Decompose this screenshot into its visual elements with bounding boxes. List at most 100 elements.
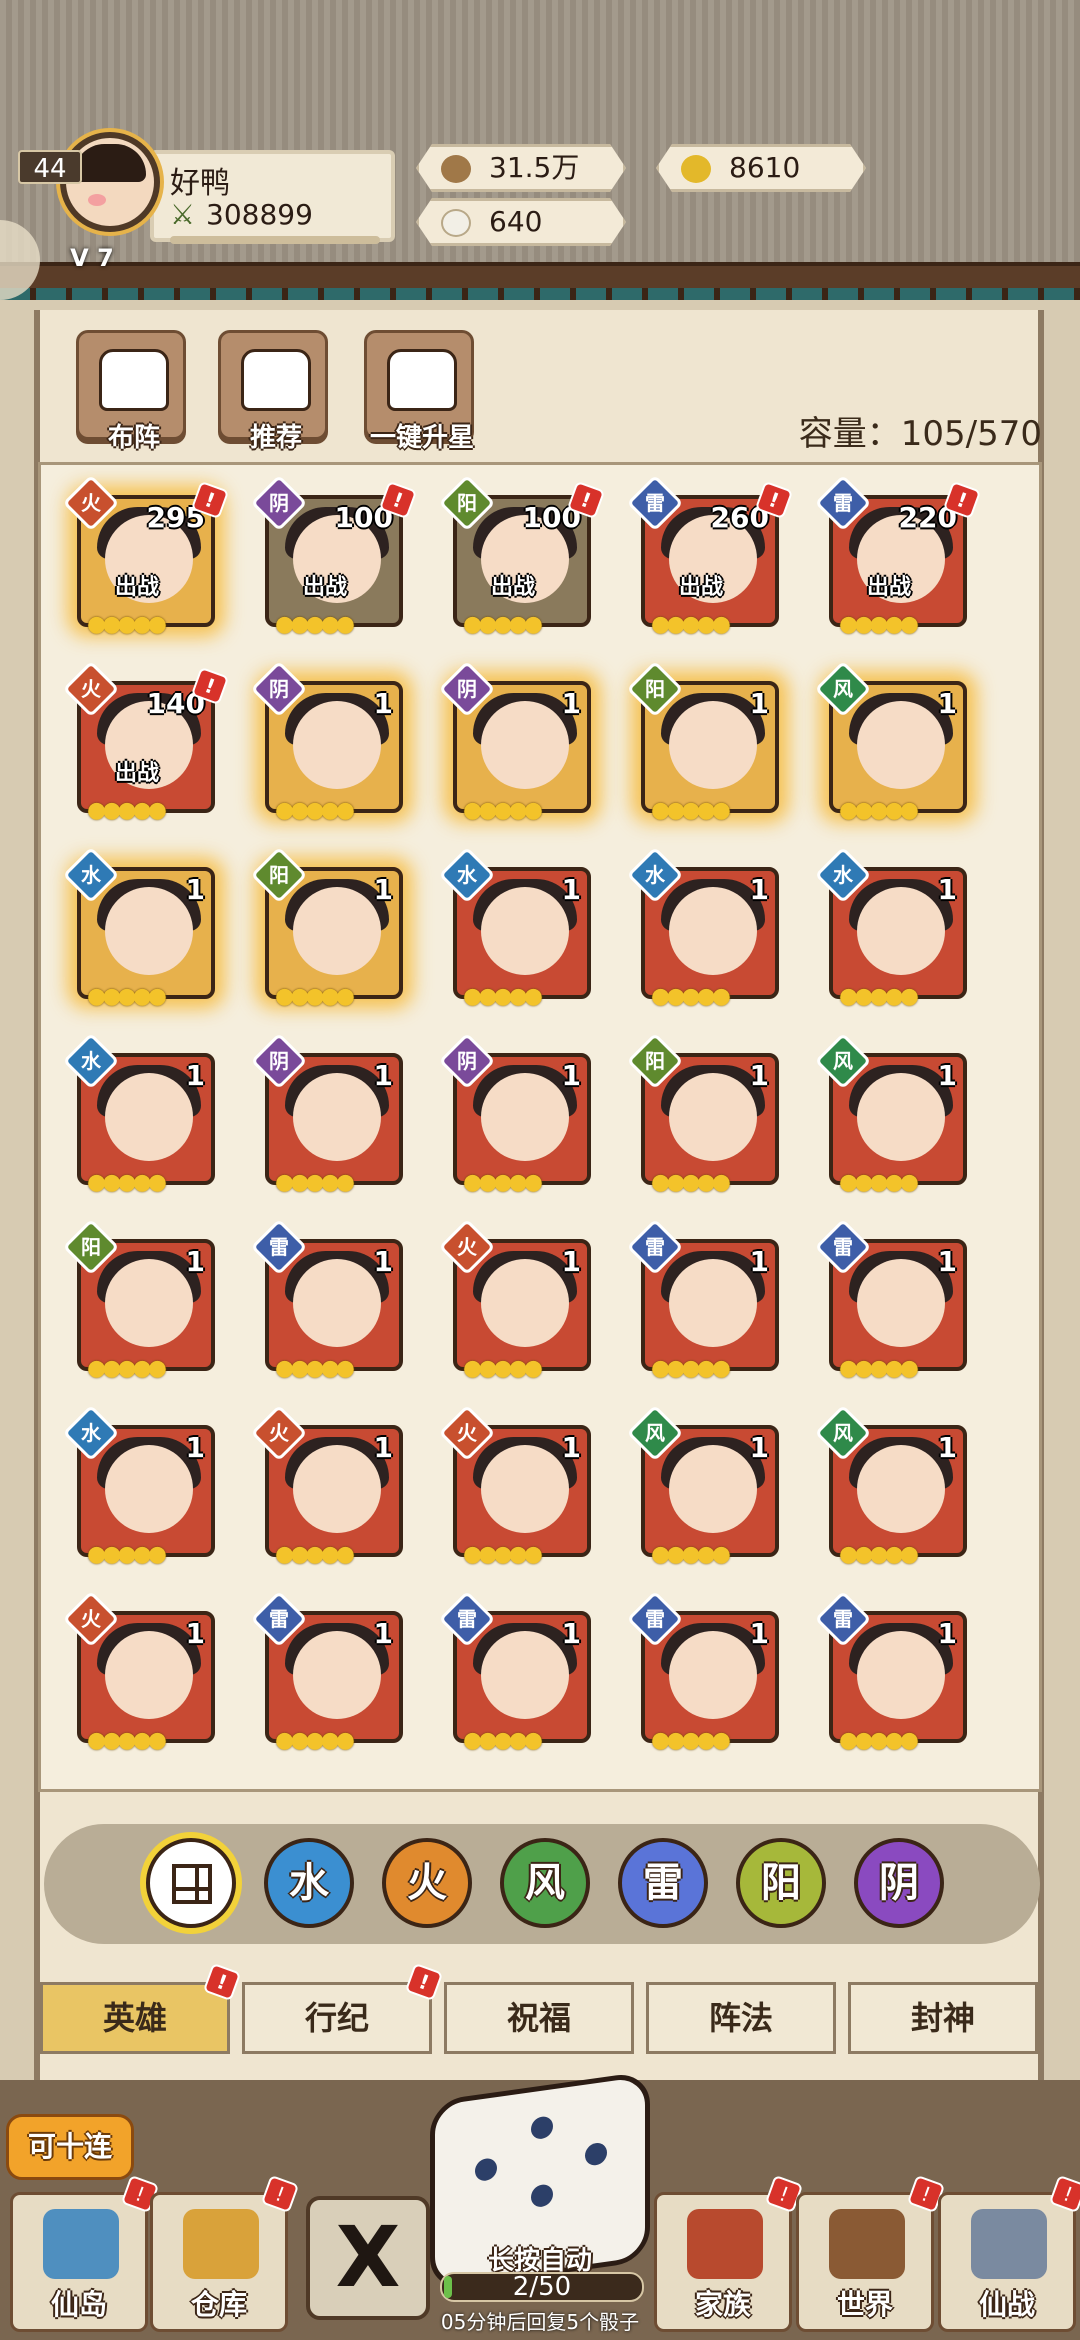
hero-card[interactable]: 风 1 ●●●●● [626,1404,779,1567]
hero-card[interactable]: 雷 220 出战 ●●●●●! [814,474,982,637]
hero-level: 1 [185,1617,205,1650]
in-battle-label: 出战 [115,761,160,786]
hero-card[interactable]: 火 295 出战 ●●●●●! [62,474,230,637]
hero-portrait [857,887,945,975]
hero-level: 1 [185,1245,205,1278]
nav-world[interactable]: 世界 ! [796,2174,946,2332]
hero-card[interactable]: 风 1 ●●●●● [814,1404,967,1567]
hero-level: 1 [561,687,581,720]
hero-card[interactable]: 雷 1 ●●●●● [814,1218,967,1381]
hero-card[interactable]: 雷 1 ●●●●● [438,1590,591,1753]
hero-card[interactable]: 阴 1 ●●●●● [438,660,591,823]
element-label: 火 [81,491,101,515]
hero-card[interactable]: 水 1 ●●●●● [62,1032,215,1195]
star-row: ●●●●● [275,1170,355,1195]
currency-coins[interactable]: 31.5万 [416,144,626,192]
hero-portrait [481,887,569,975]
hero-level: 1 [749,873,769,906]
hero-card[interactable]: 阴 100 出战 ●●●●●! [250,474,418,637]
hero-level: 1 [185,1059,205,1092]
hero-card[interactable]: 阴 1 ●●●●● [438,1032,591,1195]
hero-card[interactable]: 雷 1 ●●●●● [250,1590,403,1753]
tab-4[interactable]: 封神 [848,1982,1038,2054]
nav-battle[interactable]: 仙战 ! [938,2174,1080,2332]
hero-card[interactable]: 水 1 ●●●●● [62,846,215,1009]
hero-card[interactable]: 水 1 ●●●●● [626,846,779,1009]
hero-card[interactable]: 阳 1 ●●●●● [250,846,403,1009]
filter-element-button[interactable]: 水 [264,1838,354,1928]
element-label: 阴 [457,677,477,701]
hero-card[interactable]: 雷 1 ●●●●● [626,1218,779,1381]
fist-icon [99,349,169,411]
tab-2[interactable]: 祝福 [444,1982,634,2054]
filter-element-button[interactable]: 雷 [618,1838,708,1928]
nav-warehouse-label: 仓库 [190,2288,247,2321]
nav-clan[interactable]: 家族 ! [654,2174,804,2332]
currency-gold[interactable]: 8610 [656,144,866,192]
player-name: 好鸭 [170,166,230,201]
hero-card[interactable]: 风 1 ●●●●● [814,1032,967,1195]
grid-icon [172,1864,212,1904]
ten-pull-badge[interactable]: 可十连 [6,2114,134,2180]
element-label: 阴 [269,1049,289,1073]
hero-card[interactable]: 风 1 ●●●●● [814,660,967,823]
star-row: ●●●●● [839,1170,919,1195]
filter-element-button[interactable]: 阴 [854,1838,944,1928]
hero-card[interactable]: 火 1 ●●●●● [62,1590,215,1753]
hero-card[interactable]: 阴 1 ●●●●● [250,660,403,823]
star-row: ●●●●● [463,1170,543,1195]
hero-card[interactable]: 水 1 ●●●●● [438,846,591,1009]
filter-all-button[interactable] [146,1838,236,1928]
formation-button[interactable]: 布阵 [76,330,186,453]
currency-rice[interactable]: 640 [416,198,626,246]
filter-element-button[interactable]: 阳 [736,1838,826,1928]
element-label: 风 [833,1421,853,1445]
element-label: 阳 [457,491,477,515]
hero-card[interactable]: 火 1 ●●●●● [438,1218,591,1381]
hero-level: 1 [937,1059,957,1092]
hero-card[interactable]: 雷 260 出战 ●●●●●! [626,474,794,637]
star-row: ●●●●● [87,984,167,1009]
in-battle-label: 出战 [491,575,536,600]
hero-level: 1 [749,1059,769,1092]
hero-card[interactable]: 火 140 出战 ●●●●●! [62,660,230,823]
element-label: 水 [645,863,665,887]
avatar-cheek [88,194,106,206]
hero-portrait [105,887,193,975]
hero-card[interactable]: 水 1 ●●●●● [62,1404,215,1567]
element-label: 水 [457,863,477,887]
hero-card[interactable]: 阳 1 ●●●●● [62,1218,215,1381]
filter-element-button[interactable]: 风 [500,1838,590,1928]
hero-card[interactable]: 水 1 ●●●●● [814,846,967,1009]
hero-card[interactable]: 火 1 ●●●●● [438,1404,591,1567]
hero-card[interactable]: 阴 1 ●●●●● [250,1032,403,1195]
hero-card[interactable]: 阳 100 出战 ●●●●●! [438,474,606,637]
crossed-swords-icon: ⚔ [170,198,196,231]
filter-element-button[interactable]: 火 [382,1838,472,1928]
nav-battle-label: 仙战 [978,2288,1035,2321]
nav-island[interactable]: 仙岛 ! [10,2174,160,2332]
tab-label: 阵法 [708,1999,773,2037]
element-label: 火 [81,677,101,701]
hero-card[interactable]: 火 1 ●●●●● [250,1404,403,1567]
upgrade-all-button[interactable]: 一键升星 [364,330,474,453]
tab-3[interactable]: 阵法 [646,1982,836,2054]
element-label: 阳 [81,1235,101,1259]
element-label: 阴 [457,1049,477,1073]
hero-card[interactable]: 雷 1 ●●●●● [626,1590,779,1753]
star-row: ●●●●● [87,1542,167,1567]
close-battle-button[interactable]: X [306,2196,430,2320]
hero-card[interactable]: 雷 1 ●●●●● [814,1590,967,1753]
tab-1[interactable]: 行纪! [242,1962,444,2054]
hero-card[interactable]: 雷 1 ●●●●● [250,1218,403,1381]
hero-card[interactable]: 阳 1 ●●●●● [626,1032,779,1195]
hero-portrait [293,1259,381,1347]
star-row: ●●●●● [87,612,167,637]
recommend-button[interactable]: 推荐 [218,330,328,453]
hero-level: 1 [373,1617,393,1650]
star-row: ●●●●● [87,798,167,823]
nav-warehouse[interactable]: 仓库 ! [150,2174,300,2332]
star-row: ●●●●● [651,798,731,823]
hero-card[interactable]: 阳 1 ●●●●● [626,660,779,823]
tab-0[interactable]: 英雄! [40,1962,242,2054]
